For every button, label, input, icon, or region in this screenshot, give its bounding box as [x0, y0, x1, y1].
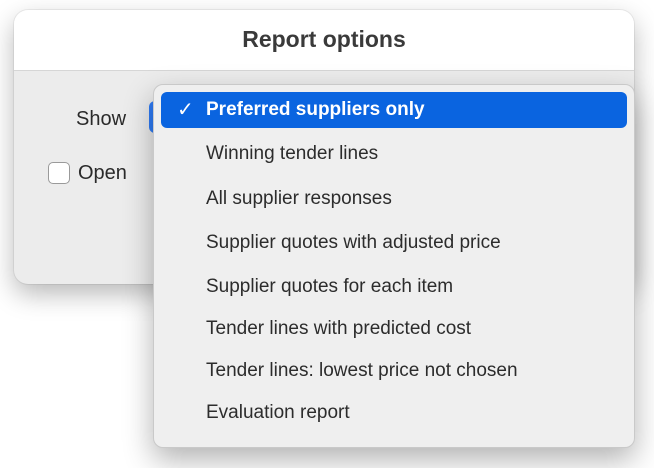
menu-item-tender-lines-predicted-cost[interactable]: Tender lines with predicted cost: [161, 311, 627, 347]
menu-item-label: Tender lines with predicted cost: [206, 318, 472, 339]
menu-item-label: Preferred suppliers only: [206, 99, 425, 120]
menu-item-tender-lines-lowest-price-not-chosen[interactable]: Tender lines: lowest price not chosen: [161, 353, 627, 389]
menu-item-label: Winning tender lines: [206, 143, 379, 164]
menu-item-label: Supplier quotes for each item: [206, 276, 454, 297]
menu-item-preferred-suppliers-only[interactable]: ✓ Preferred suppliers only: [161, 92, 627, 128]
dialog-header: Report options: [14, 10, 634, 71]
menu-item-label: All supplier responses: [206, 188, 392, 209]
open-checkbox[interactable]: [48, 162, 70, 184]
menu-item-all-supplier-responses[interactable]: All supplier responses: [161, 181, 627, 217]
show-dropdown-menu: ✓ Preferred suppliers only Winning tende…: [153, 84, 635, 448]
dialog-title: Report options: [242, 26, 406, 52]
menu-item-winning-tender-lines[interactable]: Winning tender lines: [161, 136, 627, 172]
menu-item-supplier-quotes-each-item[interactable]: Supplier quotes for each item: [161, 269, 627, 305]
show-label: Show: [76, 108, 127, 130]
menu-item-label: Evaluation report: [206, 402, 350, 423]
menu-item-supplier-quotes-adjusted-price[interactable]: Supplier quotes with adjusted price: [161, 225, 627, 261]
menu-item-label: Supplier quotes with adjusted price: [206, 232, 501, 253]
menu-item-evaluation-report[interactable]: Evaluation report: [161, 395, 627, 431]
menu-item-label: Tender lines: lowest price not chosen: [206, 360, 518, 381]
checkmark-icon: ✓: [177, 99, 194, 121]
open-checkbox-label[interactable]: Open: [78, 162, 127, 185]
